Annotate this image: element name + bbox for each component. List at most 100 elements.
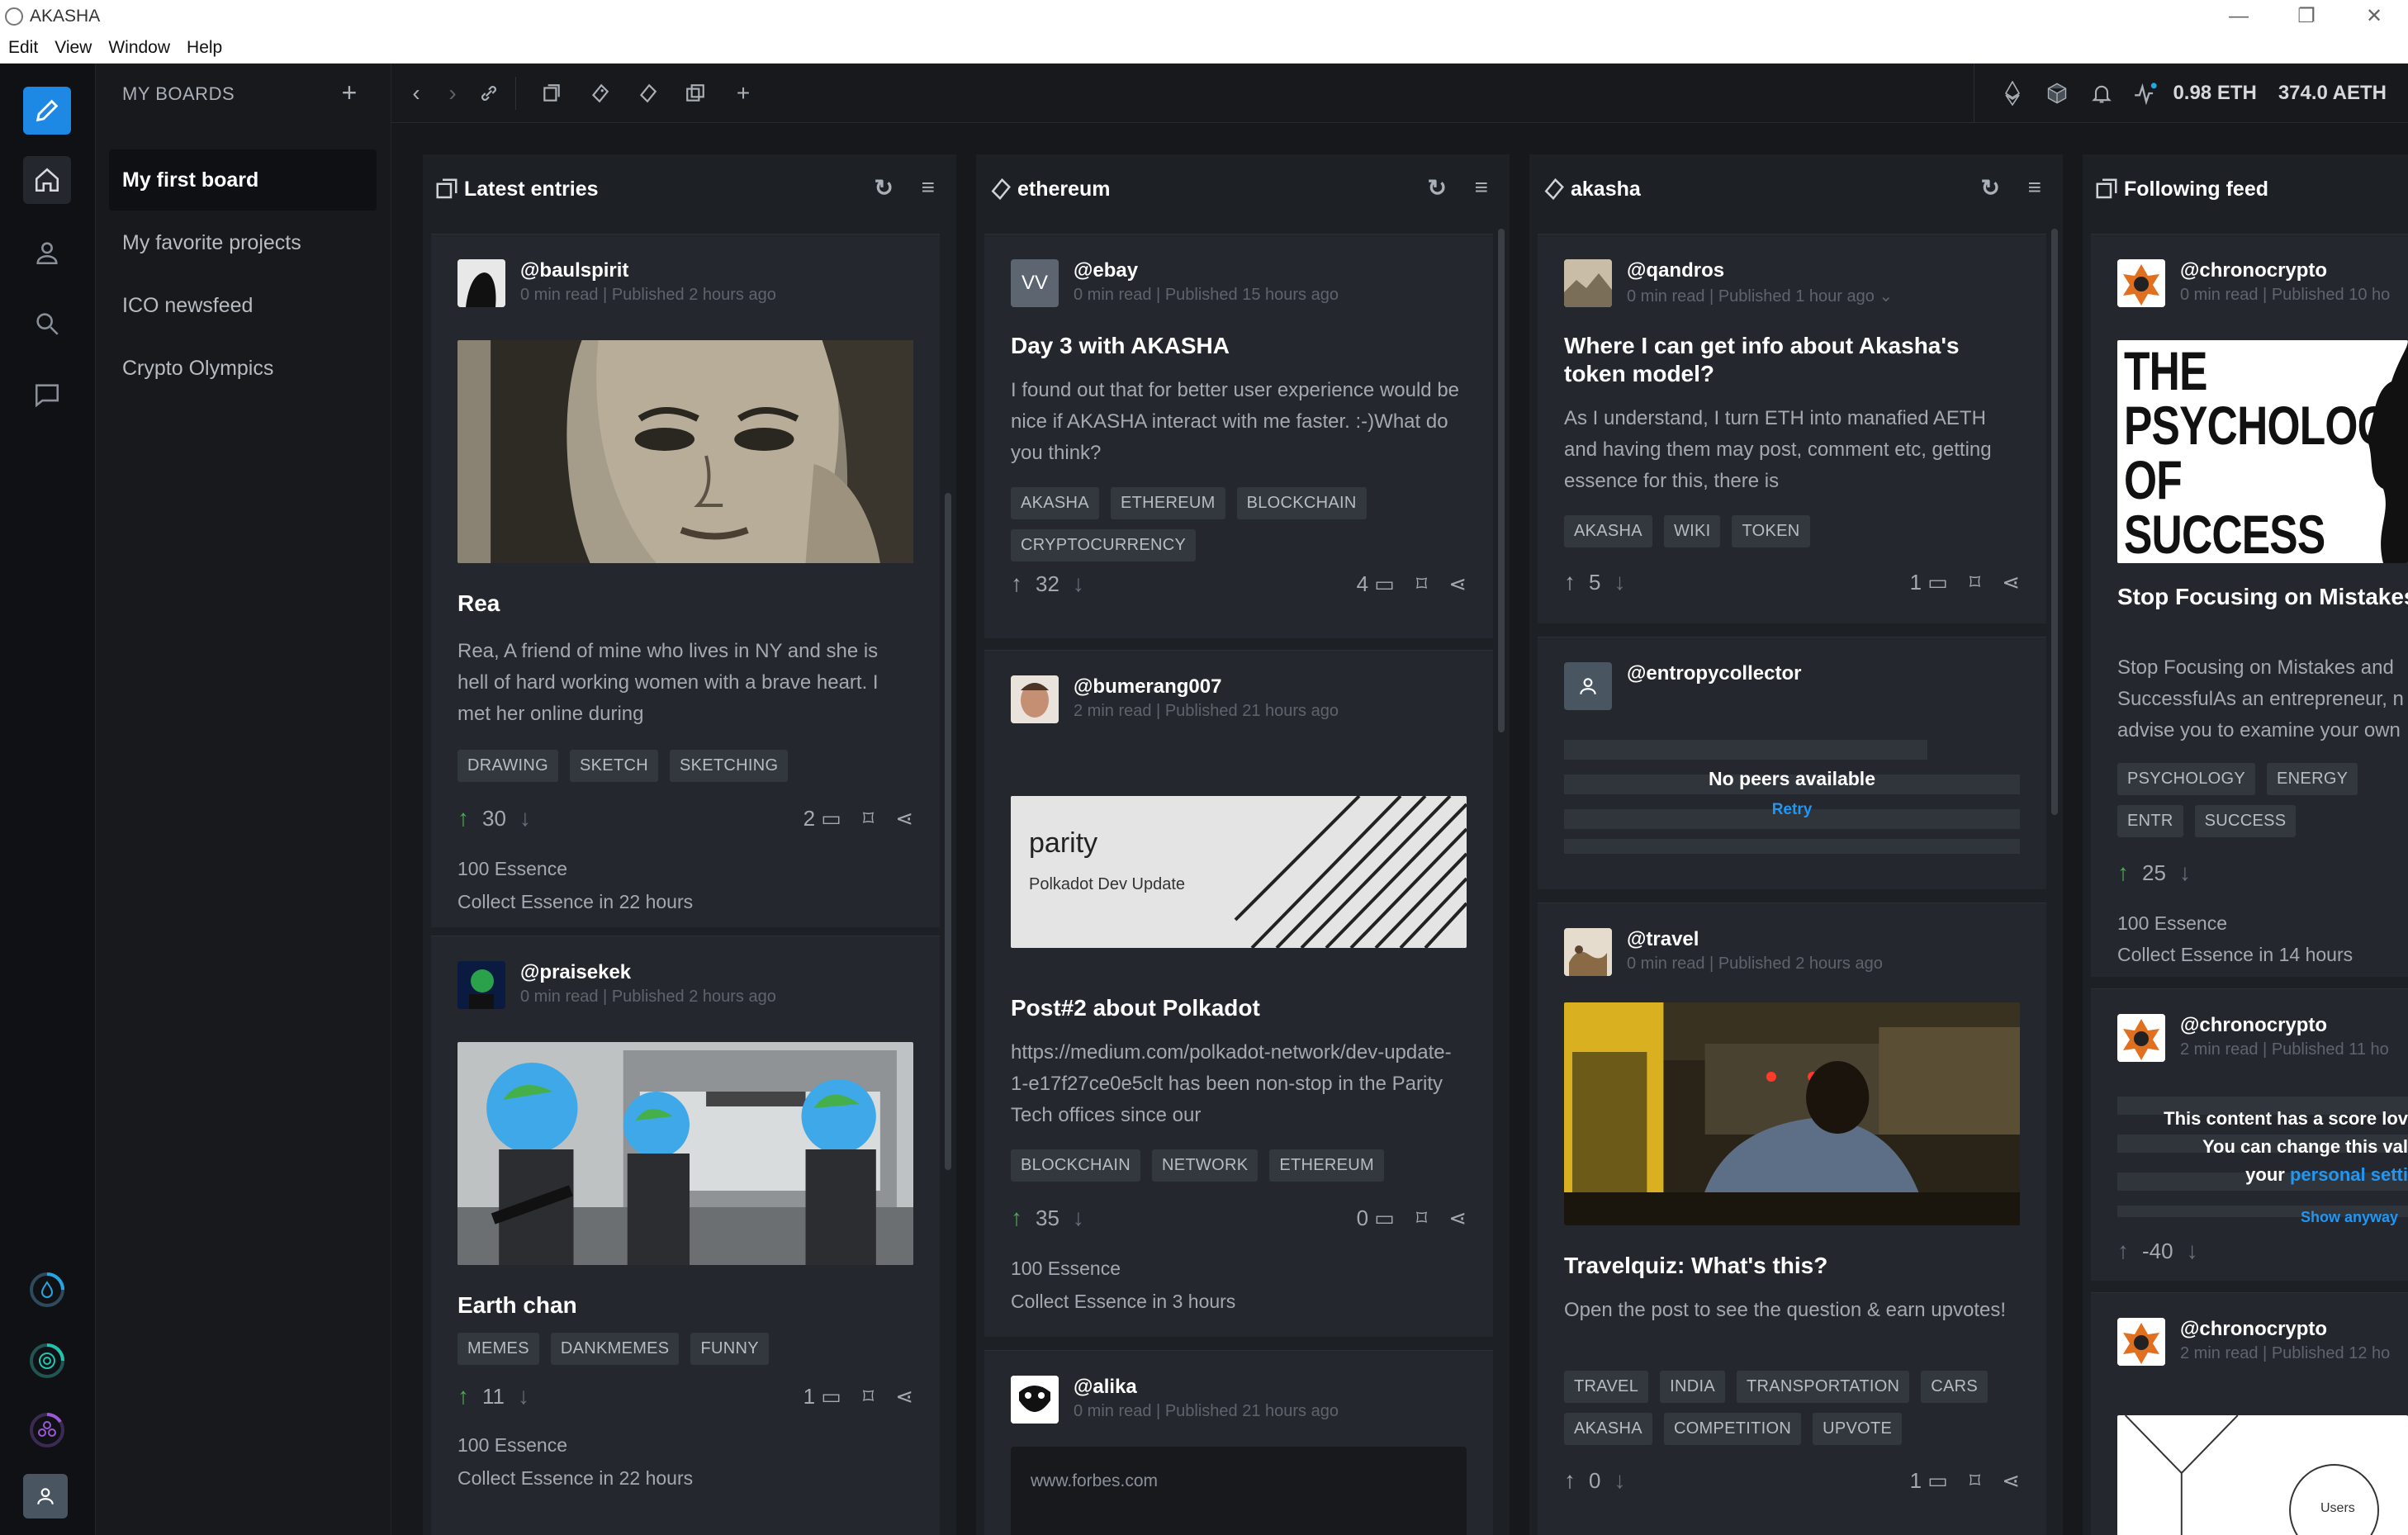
bell-icon[interactable] bbox=[2083, 82, 2120, 105]
avatar[interactable] bbox=[457, 961, 505, 1009]
bookmark-icon[interactable]: ⌑ bbox=[863, 806, 874, 831]
add-tag-column-button[interactable] bbox=[585, 78, 614, 108]
downvote-icon[interactable]: ↓ bbox=[1073, 1205, 1084, 1231]
menu-help[interactable]: Help bbox=[178, 38, 230, 58]
share-icon[interactable]: ⋖ bbox=[2002, 570, 2020, 595]
column-scrollbar[interactable] bbox=[1498, 229, 1505, 732]
entry-card[interactable]: VV @ebay 0 min read | Published 15 hours… bbox=[984, 234, 1493, 638]
tag[interactable]: DRAWING bbox=[457, 750, 559, 782]
refresh-icon[interactable]: ↻ bbox=[1428, 174, 1447, 201]
bookmark-icon[interactable]: ⌑ bbox=[863, 1384, 874, 1409]
tag[interactable]: NETWORK bbox=[1152, 1149, 1259, 1182]
aeth-balance[interactable]: 374.0 AETH bbox=[2278, 82, 2387, 105]
entry-card[interactable]: @praisekek 0 min read | Published 2 hour… bbox=[431, 936, 940, 1535]
add-board-button[interactable]: + bbox=[335, 79, 363, 108]
entry-title[interactable]: Earth chan bbox=[457, 1291, 913, 1319]
tag[interactable]: TRANSPORTATION bbox=[1736, 1371, 1910, 1403]
retry-link[interactable]: Retry bbox=[1538, 801, 2046, 819]
entry-card-low-score[interactable]: @chronocrypto 2 min read | Published 11 … bbox=[2091, 988, 2408, 1281]
tag[interactable]: UPVOTE bbox=[1813, 1413, 1903, 1445]
tag[interactable]: ENERGY bbox=[2267, 763, 2358, 795]
entry-card[interactable]: @baulspirit 0 min read | Published 2 hou… bbox=[431, 234, 940, 927]
menu-icon[interactable]: ≡ bbox=[2028, 174, 2041, 201]
tag[interactable]: SKETCHING bbox=[669, 750, 789, 782]
link-button[interactable] bbox=[474, 78, 504, 108]
comment-count[interactable]: 2 ▭ bbox=[803, 806, 841, 831]
menu-window[interactable]: Window bbox=[100, 38, 178, 58]
mana-button[interactable] bbox=[23, 1266, 71, 1314]
tag[interactable]: CRYPTOCURRENCY bbox=[1011, 529, 1197, 561]
avatar[interactable] bbox=[457, 259, 505, 307]
downvote-icon[interactable]: ↓ bbox=[2179, 860, 2191, 886]
maximize-icon[interactable]: ❐ bbox=[2273, 0, 2340, 32]
comment-count[interactable]: 1 ▭ bbox=[1910, 1468, 1948, 1494]
entry-image[interactable] bbox=[457, 340, 913, 563]
avatar[interactable] bbox=[1564, 928, 1612, 976]
karma-button[interactable] bbox=[23, 1406, 71, 1454]
share-icon[interactable]: ⋖ bbox=[1448, 571, 1467, 597]
author-name[interactable]: @chronocrypto bbox=[2180, 1318, 2390, 1341]
avatar[interactable] bbox=[2117, 1318, 2165, 1366]
refresh-icon[interactable]: ↻ bbox=[875, 174, 894, 201]
downvote-icon[interactable]: ↓ bbox=[519, 805, 531, 831]
forward-button[interactable]: › bbox=[438, 78, 467, 108]
downvote-icon[interactable]: ↓ bbox=[2187, 1238, 2198, 1264]
upvote-icon[interactable]: ↑ bbox=[1011, 1205, 1022, 1231]
add-tag-column-2-button[interactable] bbox=[633, 78, 662, 108]
column-scrollbar[interactable] bbox=[2051, 229, 2058, 815]
close-icon[interactable]: ✕ bbox=[2340, 0, 2408, 32]
entry-card[interactable]: @travel 0 min read | Published 2 hours a… bbox=[1538, 903, 2046, 1535]
board-item-ico-newsfeed[interactable]: ICO newsfeed bbox=[109, 275, 377, 336]
tag[interactable]: COMPETITION bbox=[1663, 1413, 1802, 1445]
tag[interactable]: ENTR bbox=[2117, 805, 2183, 837]
upvote-icon[interactable]: ↑ bbox=[1564, 1467, 1576, 1494]
back-button[interactable]: ‹ bbox=[401, 78, 431, 108]
bookmark-icon[interactable]: ⌑ bbox=[1416, 571, 1427, 597]
comment-count[interactable]: 1 ▭ bbox=[1910, 570, 1948, 595]
tag[interactable]: PSYCHOLOGY bbox=[2117, 763, 2256, 795]
activity-icon[interactable] bbox=[2128, 82, 2164, 105]
tag[interactable]: CARS bbox=[1921, 1371, 1988, 1403]
tag[interactable]: BLOCKCHAIN bbox=[1236, 487, 1367, 519]
upvote-icon[interactable]: ↑ bbox=[1564, 569, 1576, 595]
entry-image[interactable] bbox=[1564, 1002, 2020, 1225]
tag[interactable]: ETHEREUM bbox=[1269, 1149, 1384, 1182]
menu-icon[interactable]: ≡ bbox=[1475, 174, 1488, 201]
entry-card[interactable]: @alika 0 min read | Published 21 hours a… bbox=[984, 1350, 1493, 1535]
tag[interactable]: TRAVEL bbox=[1564, 1371, 1649, 1403]
author-name[interactable]: @chronocrypto bbox=[2180, 259, 2390, 282]
upvote-icon[interactable]: ↑ bbox=[2117, 860, 2129, 886]
entry-title[interactable]: Where I can get info about Akasha's toke… bbox=[1564, 332, 2020, 388]
profile-button[interactable] bbox=[23, 229, 71, 277]
author-name[interactable]: @entropycollector bbox=[1627, 662, 1801, 685]
avatar[interactable] bbox=[1011, 675, 1059, 723]
entry-title[interactable]: Stop Focusing on Mistakes More Successfu… bbox=[2117, 583, 2408, 611]
tag[interactable]: ETHEREUM bbox=[1110, 487, 1225, 519]
new-entry-button[interactable] bbox=[23, 87, 71, 135]
entry-image[interactable]: parity Polkadot Dev Update bbox=[1011, 796, 1467, 948]
menu-icon[interactable]: ≡ bbox=[922, 174, 935, 201]
add-list-column-button[interactable] bbox=[537, 78, 566, 108]
tag[interactable]: AKASHA bbox=[1564, 515, 1652, 547]
entry-title[interactable]: Rea bbox=[457, 590, 913, 618]
refresh-icon[interactable]: ↻ bbox=[1981, 174, 2000, 201]
chat-button[interactable] bbox=[23, 371, 71, 419]
tag[interactable]: WIKI bbox=[1663, 515, 1721, 547]
entry-card[interactable]: @chronocrypto 2 min read | Published 12 … bbox=[2091, 1292, 2408, 1535]
tag[interactable]: AKASHA bbox=[1564, 1413, 1652, 1445]
upvote-icon[interactable]: ↑ bbox=[1011, 571, 1022, 597]
menu-view[interactable]: View bbox=[46, 38, 100, 58]
author-name[interactable]: @baulspirit bbox=[520, 259, 776, 282]
tag[interactable]: SUCCESS bbox=[2194, 805, 2297, 837]
cube-icon[interactable] bbox=[2039, 82, 2075, 105]
author-name[interactable]: @bumerang007 bbox=[1074, 675, 1339, 699]
avatar[interactable] bbox=[1011, 1376, 1059, 1424]
tag[interactable]: BLOCKCHAIN bbox=[1011, 1149, 1141, 1182]
avatar[interactable] bbox=[2117, 1014, 2165, 1062]
entry-card[interactable]: @chronocrypto 0 min read | Published 10 … bbox=[2091, 234, 2408, 977]
tag[interactable]: MEMES bbox=[457, 1333, 539, 1365]
ethereum-icon[interactable] bbox=[1994, 81, 2031, 106]
link-preview[interactable]: www.forbes.com bbox=[1011, 1447, 1467, 1535]
chevron-down-icon[interactable]: ⌄ bbox=[1879, 287, 1893, 306]
tag[interactable]: INDIA bbox=[1660, 1371, 1725, 1403]
